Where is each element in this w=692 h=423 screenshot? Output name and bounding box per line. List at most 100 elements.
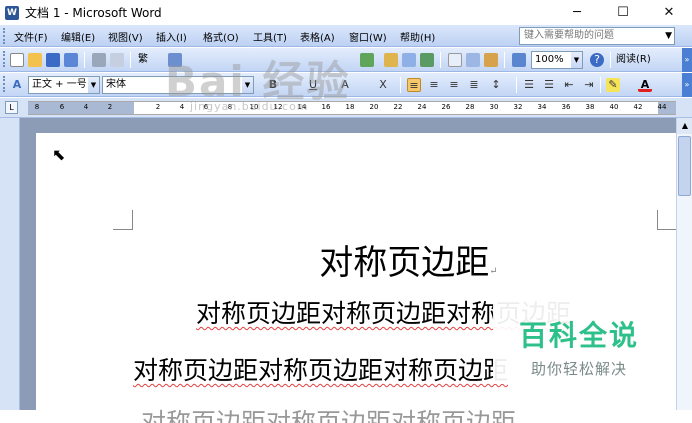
margin-corner-marker (113, 210, 133, 230)
menu-file[interactable]: 文件(F) (14, 29, 48, 44)
maximize-button[interactable]: ☐ (600, 0, 646, 25)
font-color-button[interactable]: A (638, 78, 652, 92)
style-select[interactable]: 正文 + 一号 ▼ (28, 76, 100, 94)
menu-insert[interactable]: 插入(I) (156, 29, 187, 44)
line-spacing-icon[interactable]: ↕ (489, 78, 503, 92)
font-value: 宋体 (106, 79, 126, 90)
ruler-tick: 28 (465, 103, 475, 111)
styles-pane-icon[interactable]: A (10, 78, 24, 92)
toolbar-grip[interactable] (3, 76, 6, 92)
window-title: 文档 1 - Microsoft Word (25, 6, 162, 20)
tab-selector-icon[interactable]: L (5, 101, 18, 114)
minimize-button[interactable]: ─ (554, 0, 600, 25)
ruler-tick: 44 (657, 103, 667, 111)
baike-logo-watermark: 百科全说 助你轻松解决 (493, 300, 665, 384)
ruler-margin-left (28, 102, 134, 114)
vertical-scrollbar[interactable]: ▲ (676, 118, 692, 410)
ruler-tick: 2 (107, 103, 113, 111)
help-search-input[interactable]: 键入需要帮助的问题 ▼ (519, 27, 675, 45)
zoom-value: 100% (535, 54, 564, 65)
drawing-toolbar-icon[interactable] (466, 53, 480, 67)
ruler-tick: 30 (489, 103, 499, 111)
open-folder-icon[interactable] (28, 53, 42, 67)
toolbar-options-icon[interactable]: » (682, 48, 692, 72)
chevron-down-icon[interactable]: ▼ (665, 28, 672, 44)
align-right-icon[interactable]: ≡ (447, 78, 461, 92)
menu-format[interactable]: 格式(O) (203, 29, 239, 44)
logo-subtitle: 助你轻松解决 (530, 360, 627, 378)
distributed-icon[interactable]: ≣ (467, 78, 481, 92)
window-controls: ─ ☐ ✕ (554, 0, 692, 25)
ruler-tick: 26 (441, 103, 451, 111)
toolbar-options-icon[interactable]: » (682, 73, 692, 97)
body-line-3[interactable]: 对称页边距对称页边距对称页边距 (141, 408, 676, 423)
scroll-up-icon[interactable]: ▲ (677, 118, 692, 134)
logo-title: 百科全说 (518, 319, 639, 352)
zoom-select[interactable]: 100% ▼ (531, 51, 583, 69)
word-icon[interactable]: W (5, 5, 19, 20)
ruler-tick: 36 (561, 103, 571, 111)
ruler-tick: 34 (537, 103, 547, 111)
traditional-chinese-button[interactable]: 繁 (138, 52, 148, 68)
bullets-icon[interactable]: ☰ (542, 78, 556, 92)
separator (504, 52, 505, 68)
menu-view[interactable]: 视图(V) (108, 29, 143, 44)
increase-indent-icon[interactable]: ⇥ (582, 78, 596, 92)
menu-edit[interactable]: 编辑(E) (61, 29, 95, 44)
save-icon[interactable] (46, 53, 60, 67)
chevron-down-icon[interactable]: ▼ (571, 52, 582, 68)
print-preview-icon[interactable] (110, 53, 124, 67)
watermark-url: jingyan.baidu.com (190, 100, 309, 113)
ruler-tick: 40 (609, 103, 619, 111)
style-value: 正文 + 一号 (32, 79, 87, 90)
word-window: W 文档 1 - Microsoft Word ─ ☐ ✕ 文件(F) 编辑(E… (0, 0, 692, 423)
baidu-watermark: Bai 经验 (165, 57, 351, 106)
close-button[interactable]: ✕ (646, 0, 692, 25)
ruler-tick: 32 (513, 103, 523, 111)
ruler-tick: 8 (34, 103, 40, 111)
numbering-icon[interactable]: ☰ (522, 78, 536, 92)
highlight-icon[interactable]: ✎ (606, 78, 620, 92)
help-icon[interactable]: ? (590, 53, 604, 67)
ruler-tick: 4 (83, 103, 89, 111)
paragraph-mark: ↵ (489, 266, 498, 277)
show-hide-icon[interactable] (512, 53, 526, 67)
ruler-tick: 42 (633, 103, 643, 111)
ruler-tick: 6 (59, 103, 65, 111)
new-document-icon[interactable] (10, 53, 24, 67)
chevron-down-icon[interactable]: ▼ (88, 77, 99, 93)
ruler-tick: 22 (393, 103, 403, 111)
ruler-tick: 38 (585, 103, 595, 111)
document-map-icon[interactable] (484, 53, 498, 67)
toolbar-grip[interactable] (3, 51, 6, 67)
vertical-ruler[interactable] (0, 118, 20, 410)
insert-picture-icon[interactable] (384, 53, 398, 67)
ruler-tick: 24 (417, 103, 427, 111)
menu-tools[interactable]: 工具(T) (253, 29, 287, 44)
insert-excel-icon[interactable] (420, 53, 434, 67)
menu-help[interactable]: 帮助(H) (400, 29, 435, 44)
align-center-icon[interactable]: ≡ (427, 78, 441, 92)
title-bar[interactable]: W 文档 1 - Microsoft Word ─ ☐ ✕ (0, 0, 692, 25)
separator (600, 77, 601, 93)
separator (84, 52, 85, 68)
document-heading[interactable]: 对称页边距↵ (36, 243, 676, 292)
separator (130, 52, 131, 68)
menu-bar: 文件(F) 编辑(E) 视图(V) 插入(I) 格式(O) 工具(T) 表格(A… (0, 25, 692, 47)
read-mode-button[interactable]: 阅读(R) (616, 52, 651, 68)
menu-window[interactable]: 窗口(W) (349, 29, 387, 44)
menu-table[interactable]: 表格(A) (300, 29, 335, 44)
heading-text: 对称页边距 (319, 243, 490, 283)
decrease-indent-icon[interactable]: ⇤ (562, 78, 576, 92)
separator (610, 52, 611, 68)
scroll-thumb[interactable] (678, 136, 691, 196)
separator (400, 77, 401, 93)
insert-table-icon[interactable] (402, 53, 416, 67)
help-placeholder: 键入需要帮助的问题 (524, 30, 614, 41)
print-icon[interactable] (92, 53, 106, 67)
toolbar-grip[interactable] (3, 28, 6, 44)
permission-icon[interactable] (64, 53, 78, 67)
align-justify-icon[interactable]: ≡ (407, 78, 421, 92)
ruler-tick: 2 (155, 103, 161, 111)
columns-icon[interactable] (448, 53, 462, 67)
